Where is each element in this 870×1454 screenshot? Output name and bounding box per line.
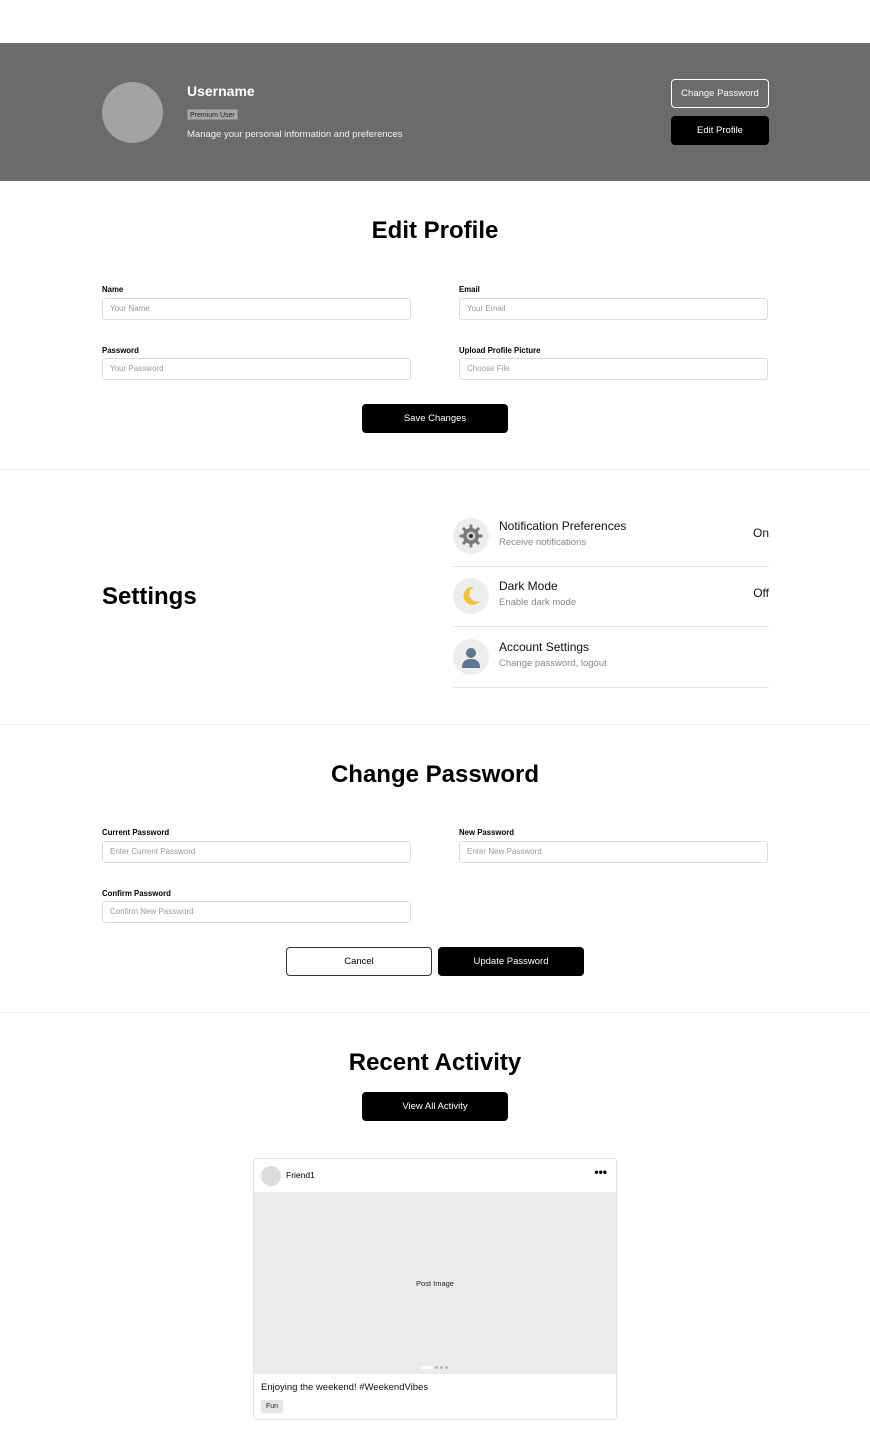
new-password-field[interactable]: Enter New Password bbox=[459, 841, 768, 863]
post-tag[interactable]: Fun bbox=[261, 1400, 284, 1413]
name-field[interactable]: Your Name bbox=[102, 298, 411, 320]
upload-picture-label: Upload Profile Picture bbox=[459, 346, 541, 355]
post-caption: Enjoying the weekend! #WeekendVibes bbox=[261, 1382, 429, 1393]
setting-value: On bbox=[752, 526, 769, 540]
confirm-password-field[interactable]: Confirm New Password bbox=[102, 901, 411, 923]
divider bbox=[0, 469, 870, 470]
avatar[interactable] bbox=[261, 1166, 281, 1186]
setting-account-settings[interactable]: Account Settings Change password, logout bbox=[453, 628, 769, 688]
post-username[interactable]: Friend1 bbox=[286, 1170, 315, 1180]
cancel-button[interactable]: Cancel bbox=[286, 947, 432, 976]
confirm-password-label: Confirm Password bbox=[102, 889, 171, 898]
divider bbox=[0, 724, 870, 725]
edit-profile-button[interactable]: Edit Profile bbox=[671, 116, 769, 145]
premium-badge: Premium User bbox=[187, 109, 238, 120]
avatar bbox=[102, 82, 163, 143]
post-card: Friend1 ••• Post Image Enjoying the week… bbox=[253, 1158, 617, 1420]
user-icon bbox=[453, 639, 489, 675]
upload-picture-input[interactable]: Choose File bbox=[459, 358, 768, 380]
view-all-activity-button[interactable]: View All Activity bbox=[362, 1092, 508, 1121]
more-options-icon[interactable]: ••• bbox=[594, 1165, 607, 1179]
setting-description: Enable dark mode bbox=[499, 597, 577, 608]
carousel-dot-active[interactable] bbox=[421, 1366, 433, 1369]
edit-profile-title: Edit Profile bbox=[371, 217, 499, 244]
settings-title: Settings bbox=[102, 583, 197, 610]
setting-dark-mode[interactable]: Dark Mode Enable dark mode Off bbox=[453, 567, 769, 627]
name-label: Name bbox=[102, 285, 124, 294]
current-password-field[interactable]: Enter Current Password bbox=[102, 841, 411, 863]
post-image-label: Post Image bbox=[416, 1279, 454, 1288]
setting-name: Account Settings bbox=[499, 640, 590, 654]
update-password-button[interactable]: Update Password bbox=[438, 947, 584, 976]
post-image[interactable]: Post Image bbox=[254, 1192, 616, 1374]
save-changes-button[interactable]: Save Changes bbox=[362, 404, 508, 433]
password-field[interactable]: Your Password bbox=[102, 358, 411, 380]
email-field[interactable]: Your Email bbox=[459, 298, 768, 320]
setting-description: Receive notifications bbox=[499, 537, 587, 548]
change-password-title: Change Password bbox=[330, 761, 540, 788]
setting-notification-preferences[interactable]: Notification Preferences Receive notific… bbox=[453, 507, 769, 567]
setting-name: Notification Preferences bbox=[499, 519, 627, 533]
moon-icon bbox=[453, 578, 489, 614]
carousel-dot[interactable] bbox=[440, 1366, 443, 1369]
recent-activity-title: Recent Activity bbox=[348, 1049, 522, 1076]
profile-header: Username Premium User Manage your person… bbox=[0, 43, 870, 181]
setting-description: Change password, logout bbox=[499, 658, 607, 669]
setting-name: Dark Mode bbox=[499, 579, 558, 593]
email-label: Email bbox=[459, 285, 480, 294]
change-password-button[interactable]: Change Password bbox=[671, 79, 769, 108]
divider bbox=[0, 1012, 870, 1013]
carousel-dot[interactable] bbox=[435, 1366, 438, 1369]
setting-value: Off bbox=[753, 586, 769, 600]
new-password-label: New Password bbox=[459, 828, 515, 837]
gear-icon bbox=[453, 518, 489, 554]
carousel-indicator[interactable] bbox=[421, 1366, 448, 1369]
carousel-dot[interactable] bbox=[445, 1366, 448, 1369]
password-label: Password bbox=[102, 346, 139, 355]
current-password-label: Current Password bbox=[102, 828, 170, 837]
username: Username bbox=[187, 83, 255, 99]
header-description: Manage your personal information and pre… bbox=[187, 129, 403, 140]
